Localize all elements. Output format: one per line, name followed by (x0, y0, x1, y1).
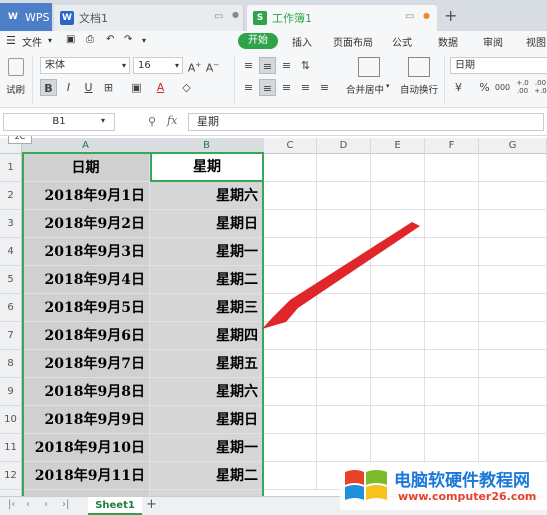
watermark-url: www.computer26.com (398, 490, 537, 503)
first-sheet-icon[interactable]: |‹ (8, 499, 15, 510)
sheet-tab-sheet1[interactable]: Sheet1 (88, 497, 142, 515)
windows-logo-icon (345, 470, 387, 500)
last-sheet-icon[interactable]: ›| (62, 499, 69, 510)
add-sheet-button[interactable]: + (146, 497, 157, 512)
next-sheet-icon[interactable]: › (44, 499, 48, 510)
watermark: 电脑软硬件教程网 www.computer26.com (340, 462, 547, 510)
red-arrow-icon (262, 222, 420, 329)
annotation-arrow (262, 222, 420, 329)
watermark-title: 电脑软硬件教程网 (394, 471, 530, 491)
prev-sheet-icon[interactable]: ‹ (26, 499, 30, 510)
